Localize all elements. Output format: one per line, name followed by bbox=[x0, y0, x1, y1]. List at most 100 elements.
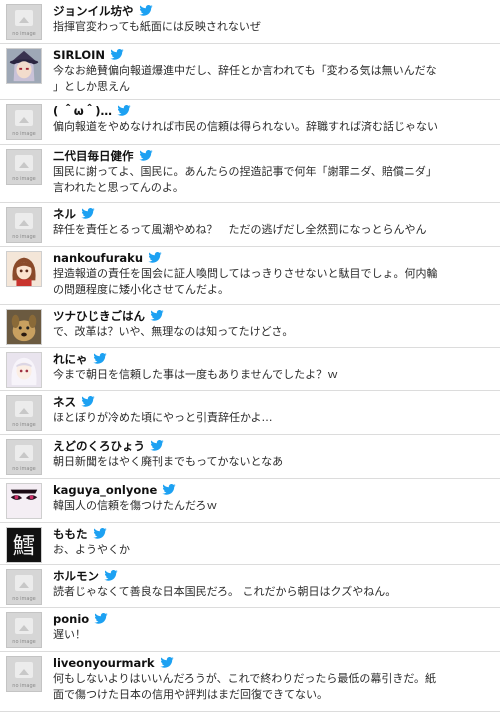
username-text[interactable]: ネス bbox=[53, 395, 76, 409]
username[interactable]: 二代目毎日健作 bbox=[53, 149, 153, 163]
user-avatar[interactable] bbox=[6, 48, 42, 84]
user-avatar[interactable]: no image bbox=[6, 104, 42, 140]
no-image-label: no image bbox=[12, 466, 36, 472]
avatar-picture bbox=[7, 310, 41, 344]
no-image-label: no image bbox=[12, 234, 36, 240]
tweet-item: れにゃ 今まで朝日を信頼した事は一度もありませんでしたよ？ｗ bbox=[0, 348, 500, 391]
username[interactable]: SIRLOIN bbox=[53, 48, 124, 62]
user-avatar[interactable] bbox=[6, 251, 42, 287]
username[interactable]: れにゃ bbox=[53, 352, 107, 366]
username-text[interactable]: SIRLOIN bbox=[53, 48, 105, 62]
twitter-bird-icon bbox=[159, 657, 174, 668]
tweet-text-line: 辞任を責任とるって風潮やめね？ ただの逃げだし全然罰になっとらんやん bbox=[53, 223, 427, 236]
user-avatar[interactable]: no image bbox=[6, 149, 42, 185]
tweet-text-line: 言われたと思ってんのよ。 bbox=[53, 181, 184, 194]
tweet-text: 辞任を責任とるって風潮やめね？ ただの逃げだし全然罰になっとらんやん bbox=[53, 222, 496, 238]
tweet-item: no image ネス ほとぼりが冷めた頃にやっと引責辞任かよ… bbox=[0, 391, 500, 435]
tweet-item: nankoufuraku 捏造報道の責任を国会に証人喚問してはっきりさせないと駄目… bbox=[0, 247, 500, 305]
avatar-picture bbox=[7, 484, 41, 518]
tweet-item: no image liveonyourmark 何もしないよりはいいんだろうが、これ… bbox=[0, 652, 500, 712]
image-placeholder-icon bbox=[15, 445, 33, 461]
username[interactable]: ジョンイル坊や bbox=[53, 4, 153, 18]
username[interactable]: ホルモン bbox=[53, 569, 118, 583]
tweet-text: 今まで朝日を信頼した事は一度もありませんでしたよ？ｗ bbox=[53, 367, 496, 383]
twitter-bird-icon bbox=[81, 208, 95, 219]
image-placeholder-icon bbox=[15, 401, 33, 417]
username-text[interactable]: ホルモン bbox=[53, 569, 99, 583]
user-avatar[interactable] bbox=[6, 309, 42, 345]
no-image-label: no image bbox=[12, 31, 36, 37]
twitter-bird-icon bbox=[94, 613, 108, 624]
username[interactable]: liveonyourmark bbox=[53, 656, 174, 670]
username[interactable]: ツナひじきごはん bbox=[53, 309, 164, 323]
username-text[interactable]: ponio bbox=[53, 612, 89, 626]
tweet-text-line: 捏造報道の責任を国会に証人喚問してはっきりさせないと駄目でしょ。何内輪 bbox=[53, 267, 438, 280]
username-text[interactable]: kaguya_onlyone bbox=[53, 483, 157, 497]
svg-text:鱈: 鱈 bbox=[13, 534, 36, 560]
username-text[interactable]: れにゃ bbox=[53, 352, 88, 366]
tweet-text-line: 指揮官変わっても紙面には反映されないぜ bbox=[53, 20, 261, 33]
tweet-text: 捏造報道の責任を国会に証人喚問してはっきりさせないと駄目でしょ。何内輪 の問題程度… bbox=[53, 266, 496, 298]
avatar-picture bbox=[7, 49, 41, 83]
username[interactable]: nankoufuraku bbox=[53, 251, 162, 265]
user-avatar[interactable]: no image bbox=[6, 612, 42, 648]
tweet-text: 指揮官変わっても紙面には反映されないぜ bbox=[53, 19, 496, 35]
twitter-bird-icon bbox=[150, 310, 164, 321]
tweet-text-line: 偏向報道をやめなければ市民の信頼は得られない。辞職すれば済む話じゃない bbox=[53, 120, 438, 133]
tweet-item: no image ホルモン読者じゃなくて善良な日本国民だろ。 これだから朝日はクズ… bbox=[0, 565, 500, 608]
tweet-text: 韓国人の信頼を傷つけたんだろｗ bbox=[53, 498, 496, 514]
user-avatar[interactable]: no image bbox=[6, 439, 42, 475]
tweet-text: お、ようやくか bbox=[53, 542, 496, 558]
image-placeholder-icon bbox=[15, 213, 33, 229]
tweet-text: 遅い！ bbox=[53, 627, 496, 643]
user-avatar[interactable]: no image bbox=[6, 4, 42, 40]
user-avatar[interactable]: no image bbox=[6, 395, 42, 431]
image-placeholder-icon bbox=[15, 10, 33, 26]
username[interactable]: ponio bbox=[53, 612, 108, 626]
user-avatar[interactable]: no image bbox=[6, 656, 42, 692]
twitter-bird-icon bbox=[110, 49, 124, 60]
twitter-bird-icon bbox=[138, 150, 153, 161]
username-text[interactable]: ( ＾ω＾)… bbox=[53, 104, 112, 118]
tweet-text-line: 何もしないよりはいいんだろうが、これで終わりだったら最低の幕引きだ。紙 bbox=[53, 672, 437, 685]
username-text[interactable]: えどのくろひょう bbox=[53, 439, 145, 453]
image-placeholder-icon bbox=[15, 155, 33, 171]
username-text[interactable]: nankoufuraku bbox=[53, 251, 143, 265]
user-avatar[interactable]: no image bbox=[6, 569, 42, 605]
tweet-text: 何もしないよりはいいんだろうが、これで終わりだったら最低の幕引きだ。紙 面で傷つけ… bbox=[53, 671, 496, 703]
twitter-bird-icon bbox=[138, 5, 153, 16]
username[interactable]: ネル bbox=[53, 207, 95, 221]
username[interactable]: kaguya_onlyone bbox=[53, 483, 176, 497]
tweet-feed: no image ジョンイル坊や指揮官変わっても紙面には反映されないぜ SIRLOI… bbox=[0, 0, 500, 712]
username-text[interactable]: ツナひじきごはん bbox=[53, 309, 145, 323]
username-text[interactable]: ももた bbox=[53, 527, 88, 541]
tweet-item: kaguya_onlyone 韓国人の信頼を傷つけたんだろｗ bbox=[0, 479, 500, 523]
avatar-picture: 鱈 bbox=[7, 528, 41, 562]
tweet-text: 今なお絶賛偏向報道爆進中だし、辞任とか言われても「変わる気は無いんだな 」としか思… bbox=[53, 63, 496, 95]
tweet-text: 読者じゃなくて善良な日本国民だろ。 これだから朝日はクズやねん。 bbox=[53, 584, 496, 600]
tweet-item: ツナひじきごはん で、改革は？いや、無理なのは知ってたけどさ。 bbox=[0, 305, 500, 348]
tweet-text: 国民に謝ってよ、国民に。あんたらの捏造記事で何年「謝罪ニダ、賠償ニダ」 言われたと… bbox=[53, 164, 496, 196]
tweet-item: no image ponio 遅い！ bbox=[0, 608, 500, 652]
user-avatar[interactable]: no image bbox=[6, 207, 42, 243]
no-image-label: no image bbox=[12, 639, 36, 645]
username[interactable]: ( ＾ω＾)… bbox=[53, 104, 131, 118]
username[interactable]: えどのくろひょう bbox=[53, 439, 164, 453]
tweet-text-line: 今なお絶賛偏向報道爆進中だし、辞任とか言われても「変わる気は無いんだな bbox=[53, 64, 437, 77]
tweet-item: SIRLOIN 今なお絶賛偏向報道爆進中だし、辞任とか言われても「変わる気は無いん… bbox=[0, 44, 500, 100]
user-avatar[interactable]: 鱈 bbox=[6, 527, 42, 563]
username-text[interactable]: ネル bbox=[53, 207, 76, 221]
user-avatar[interactable] bbox=[6, 352, 42, 388]
username-text[interactable]: 二代目毎日健作 bbox=[53, 149, 134, 163]
tweet-text: ほとぼりが冷めた頃にやっと引責辞任かよ… bbox=[53, 410, 496, 426]
username-text[interactable]: liveonyourmark bbox=[53, 656, 155, 670]
username[interactable]: ネス bbox=[53, 395, 95, 409]
avatar-picture bbox=[7, 353, 41, 387]
twitter-bird-icon bbox=[162, 484, 176, 495]
image-placeholder-icon bbox=[15, 618, 33, 634]
tweet-text-line: 読者じゃなくて善良な日本国民だろ。 これだから朝日はクズやねん。 bbox=[53, 585, 397, 598]
twitter-bird-icon bbox=[92, 528, 107, 539]
user-avatar[interactable] bbox=[6, 483, 42, 519]
username-text[interactable]: ジョンイル坊や bbox=[53, 4, 134, 18]
username[interactable]: ももた bbox=[53, 527, 107, 541]
